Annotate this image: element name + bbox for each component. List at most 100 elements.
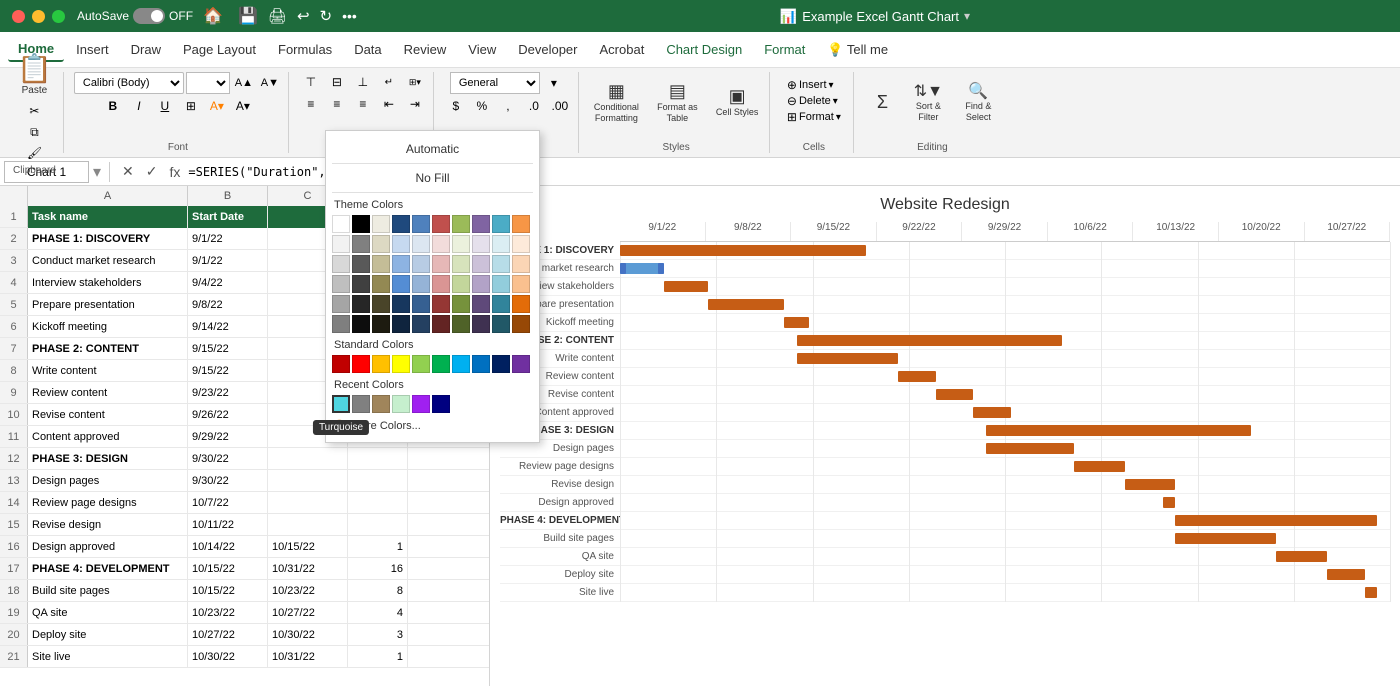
menu-draw[interactable]: Draw bbox=[121, 38, 171, 61]
theme-color-swatch[interactable] bbox=[352, 235, 370, 253]
cell-start-date[interactable]: 10/23/22 bbox=[188, 602, 268, 624]
copy-button[interactable]: ⧉ bbox=[22, 122, 46, 142]
percent-btn[interactable]: % bbox=[470, 96, 494, 116]
theme-color-swatch[interactable] bbox=[472, 235, 490, 253]
cell-start-date[interactable]: 10/15/22 bbox=[188, 580, 268, 602]
cell-start-date[interactable]: 9/8/22 bbox=[188, 294, 268, 316]
cell-start-date[interactable]: 9/15/22 bbox=[188, 338, 268, 360]
theme-color-swatch[interactable] bbox=[372, 255, 390, 273]
theme-color-swatch[interactable] bbox=[512, 255, 530, 273]
theme-color-swatch[interactable] bbox=[332, 215, 350, 233]
cell-task-name[interactable]: Deploy site bbox=[28, 624, 188, 646]
theme-color-swatch[interactable] bbox=[392, 315, 410, 333]
border-btn[interactable]: ⊞ bbox=[179, 96, 203, 116]
theme-color-swatch[interactable] bbox=[452, 215, 470, 233]
cell-start-date[interactable]: 9/30/22 bbox=[188, 448, 268, 470]
theme-color-swatch[interactable] bbox=[352, 295, 370, 313]
recent-color-swatch[interactable] bbox=[432, 395, 450, 413]
standard-color-swatch[interactable] bbox=[492, 355, 510, 373]
cell-task-name[interactable]: Write content bbox=[28, 360, 188, 382]
number-format-select[interactable]: General Number Currency Date bbox=[450, 72, 540, 94]
theme-color-swatch[interactable] bbox=[512, 315, 530, 333]
cell-task-name[interactable]: Conduct market research bbox=[28, 250, 188, 272]
increase-decimal-btn[interactable]: .00 bbox=[548, 96, 572, 116]
more-icon[interactable]: ••• bbox=[342, 8, 357, 24]
theme-color-swatch[interactable] bbox=[412, 295, 430, 313]
theme-color-swatch[interactable] bbox=[432, 215, 450, 233]
menu-view[interactable]: View bbox=[458, 38, 506, 61]
theme-color-swatch[interactable] bbox=[512, 275, 530, 293]
theme-color-swatch[interactable] bbox=[352, 255, 370, 273]
theme-color-swatch[interactable] bbox=[392, 215, 410, 233]
menu-data[interactable]: Data bbox=[344, 38, 391, 61]
theme-color-swatch[interactable] bbox=[472, 295, 490, 313]
cell-start-date[interactable]: 9/23/22 bbox=[188, 382, 268, 404]
theme-color-swatch[interactable] bbox=[512, 235, 530, 253]
cell-end-date[interactable]: 10/15/22 bbox=[268, 536, 348, 558]
decrease-decimal-btn[interactable]: .0 bbox=[522, 96, 546, 116]
minimize-btn[interactable] bbox=[32, 10, 45, 23]
standard-color-swatch[interactable] bbox=[512, 355, 530, 373]
theme-color-swatch[interactable] bbox=[472, 315, 490, 333]
merge-btn[interactable]: ⊞▾ bbox=[403, 72, 427, 92]
turquoise-swatch[interactable] bbox=[332, 395, 350, 413]
theme-color-swatch[interactable] bbox=[492, 315, 510, 333]
cell-duration[interactable]: 1 bbox=[348, 646, 408, 668]
theme-color-swatch[interactable] bbox=[372, 295, 390, 313]
cell-task-name[interactable]: PHASE 1: DISCOVERY bbox=[28, 228, 188, 250]
theme-color-swatch[interactable] bbox=[472, 275, 490, 293]
cell-duration[interactable]: 1 bbox=[348, 536, 408, 558]
cell-task-name[interactable]: Design pages bbox=[28, 470, 188, 492]
formula-confirm-btn[interactable]: ✓ bbox=[142, 161, 162, 182]
increase-font-btn[interactable]: A▲ bbox=[232, 73, 256, 93]
cell-task-name[interactable]: Interview stakeholders bbox=[28, 272, 188, 294]
name-box-dropdown[interactable]: ▾ bbox=[93, 162, 101, 182]
format-as-table-btn[interactable]: ▤ Format as Table bbox=[650, 78, 705, 127]
align-right-btn[interactable]: ≡ bbox=[351, 94, 375, 114]
formula-cancel-btn[interactable]: ✕ bbox=[118, 161, 138, 182]
cell-styles-btn[interactable]: ▣ Cell Styles bbox=[711, 83, 764, 121]
theme-color-swatch[interactable] bbox=[452, 275, 470, 293]
no-fill-btn[interactable]: No Fill bbox=[332, 166, 533, 190]
cell-duration[interactable] bbox=[348, 492, 408, 514]
standard-color-swatch[interactable] bbox=[472, 355, 490, 373]
theme-color-swatch[interactable] bbox=[332, 315, 350, 333]
cell-duration[interactable] bbox=[348, 470, 408, 492]
standard-color-swatch[interactable] bbox=[412, 355, 430, 373]
menu-chart-design[interactable]: Chart Design bbox=[656, 38, 752, 61]
cell-start-date[interactable]: 9/15/22 bbox=[188, 360, 268, 382]
align-middle-btn[interactable]: ⊟ bbox=[325, 72, 349, 92]
theme-color-swatch[interactable] bbox=[472, 255, 490, 273]
theme-color-swatch[interactable] bbox=[452, 255, 470, 273]
delete-btn[interactable]: ⊖Delete▾ bbox=[787, 94, 841, 108]
cell-task-name[interactable]: Task name bbox=[28, 206, 188, 228]
theme-color-swatch[interactable] bbox=[372, 235, 390, 253]
print-icon[interactable]: 🖨 bbox=[268, 7, 287, 25]
standard-color-swatch[interactable] bbox=[372, 355, 390, 373]
format-btn[interactable]: ⊞Format▾ bbox=[787, 110, 841, 124]
theme-color-swatch[interactable] bbox=[372, 315, 390, 333]
cell-task-name[interactable]: Revise design bbox=[28, 514, 188, 536]
cell-duration[interactable]: 16 bbox=[348, 558, 408, 580]
cell-start-date[interactable]: 10/7/22 bbox=[188, 492, 268, 514]
theme-color-swatch[interactable] bbox=[352, 275, 370, 293]
cell-end-date[interactable]: 10/30/22 bbox=[268, 624, 348, 646]
conditional-formatting-btn[interactable]: ▦ Conditional Formatting bbox=[589, 78, 644, 127]
theme-color-swatch[interactable] bbox=[432, 275, 450, 293]
cell-start-date[interactable]: 9/4/22 bbox=[188, 272, 268, 294]
theme-color-swatch[interactable] bbox=[492, 255, 510, 273]
cell-start-date[interactable]: 10/27/22 bbox=[188, 624, 268, 646]
theme-color-swatch[interactable] bbox=[452, 315, 470, 333]
font-size-select[interactable]: 11 bbox=[186, 72, 230, 94]
theme-color-swatch[interactable] bbox=[392, 235, 410, 253]
cell-duration[interactable]: 3 bbox=[348, 624, 408, 646]
cell-end-date[interactable] bbox=[268, 448, 348, 470]
align-bottom-btn[interactable]: ⊥ bbox=[351, 72, 375, 92]
recent-color-swatch[interactable] bbox=[392, 395, 410, 413]
theme-color-swatch[interactable] bbox=[432, 295, 450, 313]
theme-color-swatch[interactable] bbox=[412, 215, 430, 233]
theme-color-swatch[interactable] bbox=[392, 275, 410, 293]
cut-button[interactable]: ✂ bbox=[22, 101, 46, 121]
theme-color-swatch[interactable] bbox=[352, 215, 370, 233]
recent-color-swatch[interactable] bbox=[372, 395, 390, 413]
